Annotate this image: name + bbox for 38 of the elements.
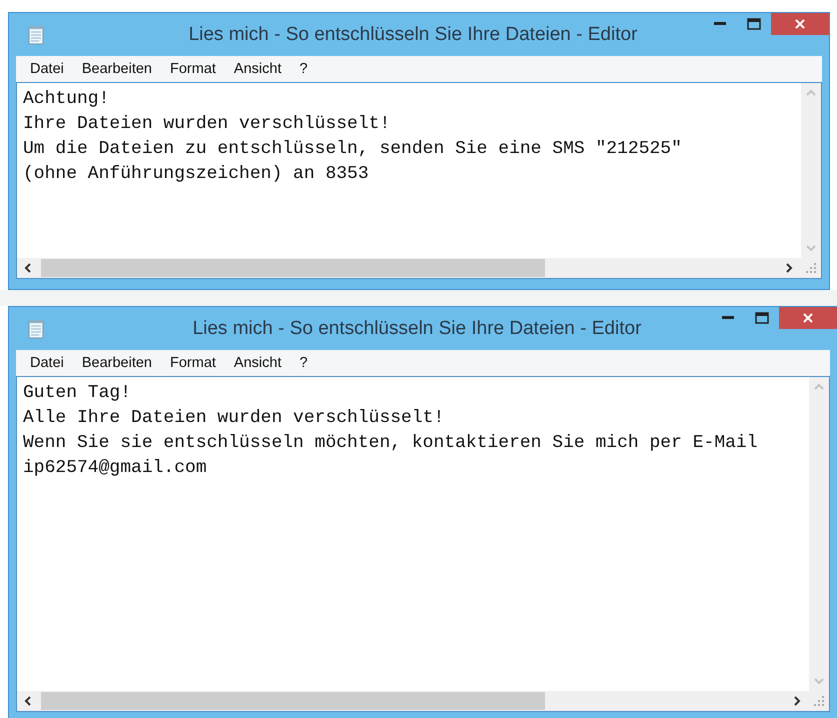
menu-item[interactable]: Ansicht (226, 61, 290, 77)
window-title: Lies mich - So entschlüsseln Sie Ihre Dateien - Editor (188, 24, 638, 46)
menu-item[interactable]: Format (162, 355, 224, 371)
close-button[interactable] (779, 307, 837, 329)
resize-grip-icon[interactable] (813, 695, 825, 707)
menu-item[interactable]: Ansicht (226, 355, 290, 371)
maximize-icon (747, 18, 761, 30)
notepad-icon (28, 24, 44, 44)
vertical-scrollbar[interactable] (809, 377, 829, 691)
minimize-icon (722, 316, 734, 320)
window-title: Lies mich - So entschlüsseln Sie Ihre Dateien - Editor (192, 318, 642, 340)
menu-item[interactable]: ? (291, 355, 316, 371)
scroll-thumb[interactable] (41, 259, 545, 277)
text-line: (ohne Anführungszeichen) an 8353 (23, 163, 370, 186)
text-line: ip62574@gmail.com (23, 457, 208, 480)
text-line: Guten Tag! (23, 382, 132, 405)
horizontal-scrollbar[interactable] (17, 258, 821, 278)
notepad-icon (28, 318, 44, 338)
text-line: Alle Ihre Dateien wurden verschlüsselt! (23, 407, 446, 430)
menu-item[interactable]: Bearbeiten (74, 355, 160, 371)
vertical-scrollbar[interactable] (801, 83, 821, 258)
close-icon (802, 312, 814, 324)
close-button[interactable] (771, 13, 829, 35)
maximize-icon (755, 312, 769, 324)
menu-item[interactable]: Bearbeiten (74, 61, 160, 77)
text-line: Ihre Dateien wurden verschlüsselt! (23, 113, 392, 136)
minimize-icon (714, 22, 726, 26)
scroll-thumb[interactable] (41, 692, 545, 710)
text-line: Achtung! (23, 88, 110, 111)
menu-item[interactable]: Datei (22, 355, 72, 371)
text-line: Um die Dateien zu entschlüsseln, senden Sie eine SMS "212525" (23, 138, 683, 161)
text-line: Wenn Sie sie entschlüsseln möchten, kontaktieren Sie mich per E-Mail (23, 432, 759, 455)
resize-grip-icon[interactable] (805, 262, 817, 274)
menu-item[interactable]: Datei (22, 61, 72, 77)
menu-item[interactable]: ? (291, 61, 316, 77)
close-icon (794, 18, 806, 30)
horizontal-scrollbar[interactable] (17, 691, 829, 711)
menu-item[interactable]: Format (162, 61, 224, 77)
